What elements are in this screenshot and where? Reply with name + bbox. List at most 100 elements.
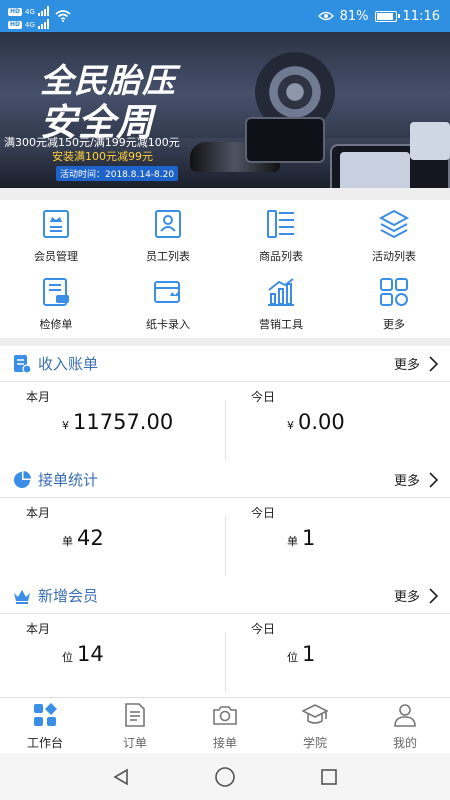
chevron-right-icon xyxy=(429,471,438,488)
bottom-tab-bar: 工作台 订单 接单 学院 我的 xyxy=(0,697,450,753)
currency-symbol: ¥ xyxy=(287,419,294,432)
crown-icon xyxy=(14,589,30,604)
tab-label: 学院 xyxy=(302,736,327,750)
tab-label: 订单 xyxy=(122,736,147,750)
goods-icon xyxy=(267,210,294,238)
tab-academy[interactable]: 学院 xyxy=(270,698,360,753)
network-type-1: 4G xyxy=(25,7,35,16)
unit-label: 单 xyxy=(62,535,73,548)
income-month[interactable]: 本月 ¥ 11757.00 xyxy=(0,382,225,466)
orders-today[interactable]: 今日 单 1 xyxy=(225,498,450,582)
home-icon[interactable] xyxy=(214,766,236,788)
members-card-body: 本月 位 14 今日 位 1 xyxy=(0,614,450,698)
orders-card-body: 本月 单 42 今日 单 1 xyxy=(0,498,450,582)
month-value: 单 42 xyxy=(62,526,104,550)
wifi-icon xyxy=(55,10,71,22)
marketing-icon xyxy=(268,278,294,306)
order-icon xyxy=(125,703,145,727)
menu-item-staff[interactable]: 员工列表 xyxy=(112,200,224,268)
menu-item-marketing[interactable]: 营销工具 xyxy=(225,268,337,336)
members-month[interactable]: 本月 位 14 xyxy=(0,614,225,698)
recents-icon[interactable] xyxy=(319,767,339,787)
today-value: 位 1 xyxy=(287,642,315,666)
menu-label: 检修单 xyxy=(39,318,73,331)
menu-item-card[interactable]: 纸卡录入 xyxy=(112,268,224,336)
pie-chart-icon xyxy=(14,470,31,488)
back-icon[interactable] xyxy=(111,767,131,787)
unit-label: 单 xyxy=(287,535,298,548)
more-label: 更多 xyxy=(393,358,420,373)
income-today[interactable]: 今日 ¥ 0.00 xyxy=(225,382,450,466)
more-label: 更多 xyxy=(393,590,420,605)
today-label: 今日 xyxy=(251,390,276,404)
hd-icon: HD xyxy=(8,20,23,29)
members-title-text: 新增会员 xyxy=(38,587,99,605)
orders-title: 接单统计 xyxy=(12,469,98,490)
system-nav-bar xyxy=(0,753,450,800)
menu-label: 会员管理 xyxy=(34,250,78,263)
clock: 11:16 xyxy=(402,8,440,24)
tab-orders[interactable]: 订单 xyxy=(90,698,180,753)
today-count: 1 xyxy=(302,526,316,550)
income-title-text: 收入账单 xyxy=(38,355,99,373)
card-icon xyxy=(154,281,180,303)
camera-icon xyxy=(213,706,237,725)
activity-icon xyxy=(378,209,410,239)
menu-item-goods[interactable]: 商品列表 xyxy=(225,200,337,268)
month-value: ¥ 11757.00 xyxy=(62,410,173,434)
month-label: 本月 xyxy=(26,622,51,636)
menu-item-repair[interactable]: 检修单 xyxy=(0,268,112,336)
banner-promo-2: 安装满100元减99元 xyxy=(52,150,153,163)
tpms-screen-image xyxy=(410,122,450,160)
banner-date: 活动时间：2018.8.14-8.20 xyxy=(56,166,179,181)
members-more-button[interactable]: 更多 xyxy=(394,586,438,605)
tab-workbench[interactable]: 工作台 xyxy=(0,698,90,753)
staff-icon xyxy=(155,210,181,238)
menu-item-more[interactable]: 更多 xyxy=(338,268,450,336)
menu-item-member[interactable]: 会员管理 xyxy=(0,200,112,268)
signal-indicators: HD 4G HD 4G xyxy=(8,4,49,29)
signal-icon xyxy=(37,18,49,29)
menu-label: 商品列表 xyxy=(259,250,303,263)
profile-icon xyxy=(394,704,416,727)
signal-icon xyxy=(37,5,49,16)
month-label: 本月 xyxy=(26,506,51,520)
battery-icon xyxy=(374,10,400,22)
repair-icon xyxy=(43,278,69,306)
menu-label: 活动列表 xyxy=(372,250,416,263)
orders-more-button[interactable]: 更多 xyxy=(394,470,438,489)
income-more-button[interactable]: 更多 xyxy=(394,354,438,373)
status-bar: HD 4G HD 4G 81% 11:16 xyxy=(0,0,450,32)
tab-take-order[interactable]: 接单 xyxy=(180,698,270,753)
tab-profile[interactable]: 我的 xyxy=(360,698,450,753)
eye-comfort-icon xyxy=(317,11,334,21)
today-label: 今日 xyxy=(251,506,276,520)
orders-title-text: 接单统计 xyxy=(38,471,99,489)
month-count: 42 xyxy=(77,526,104,550)
income-card-body: 本月 ¥ 11757.00 今日 ¥ 0.00 xyxy=(0,382,450,466)
function-grid: 会员管理 员工列表 商品列表 活动列表 检修单 纸卡录入 营销工具 更多 xyxy=(0,200,450,338)
tab-label: 我的 xyxy=(392,736,417,750)
menu-label: 纸卡录入 xyxy=(146,318,190,331)
member-icon xyxy=(43,210,69,238)
members-card: 新增会员 更多 本月 位 14 今日 位 1 xyxy=(0,578,450,698)
menu-label: 更多 xyxy=(383,318,405,331)
chevron-right-icon xyxy=(429,587,438,604)
orders-month[interactable]: 本月 单 42 xyxy=(0,498,225,582)
menu-label: 员工列表 xyxy=(146,250,190,263)
menu-label: 营销工具 xyxy=(259,318,303,331)
signal-group: HD 4G HD 4G xyxy=(8,4,71,29)
today-count: 1 xyxy=(302,642,316,666)
workbench-icon xyxy=(34,703,57,726)
members-card-header: 新增会员 更多 xyxy=(0,578,450,614)
battery-percent: 81% xyxy=(339,8,369,24)
income-card: 收入账单 更多 本月 ¥ 11757.00 今日 ¥ 0.00 xyxy=(0,346,450,466)
members-today[interactable]: 今日 位 1 xyxy=(225,614,450,698)
promo-banner[interactable]: 全民胎压 安全周 满300元减150元/满199元减100元 安装满100元减9… xyxy=(0,32,450,188)
menu-item-activity[interactable]: 活动列表 xyxy=(338,200,450,268)
tpms-device-image xyxy=(245,117,325,163)
month-count: 14 xyxy=(77,642,104,666)
more-label: 更多 xyxy=(393,474,420,489)
month-label: 本月 xyxy=(26,390,51,404)
income-title: 收入账单 xyxy=(12,353,98,374)
